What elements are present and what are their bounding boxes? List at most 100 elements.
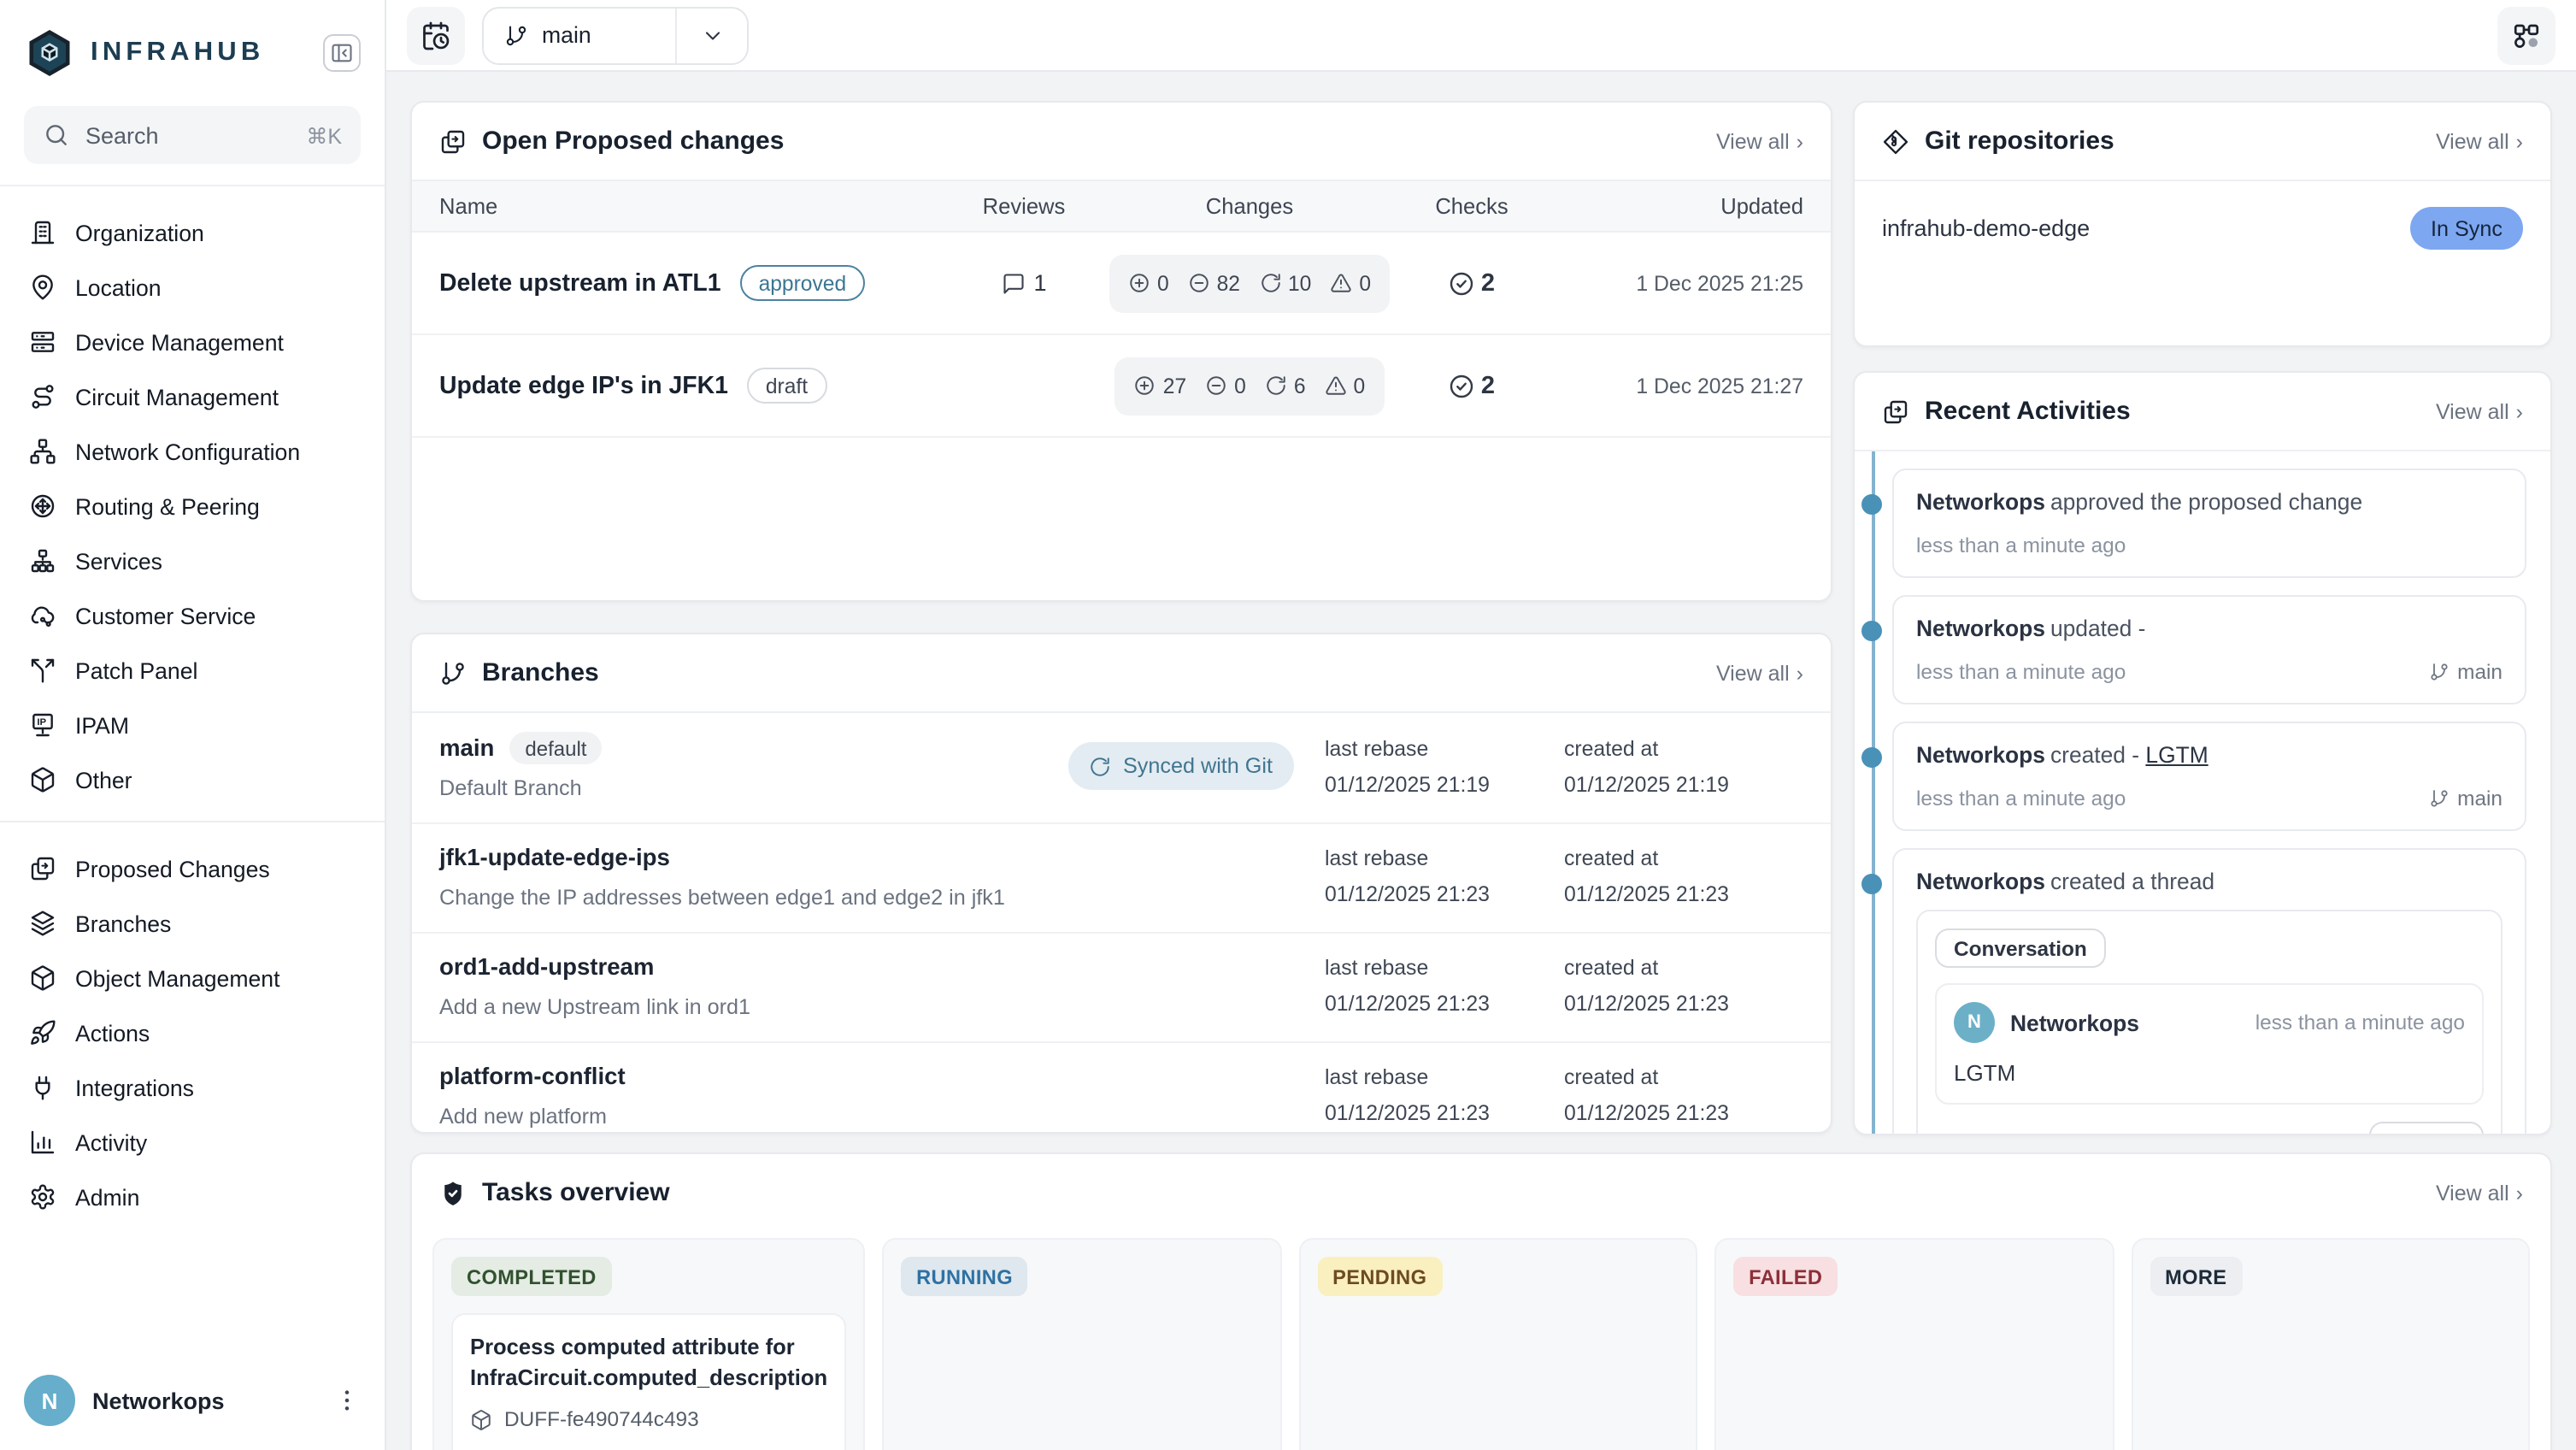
branch-name[interactable]: ord1-add-upstream bbox=[439, 954, 654, 980]
tasks-view-all-link[interactable]: View all› bbox=[2436, 1181, 2523, 1205]
sidebar-item-ipam[interactable]: IPIPAM bbox=[14, 698, 371, 752]
updates-chip: 10 bbox=[1259, 271, 1311, 295]
last-rebase-cell: last rebase 01/12/2025 21:19 bbox=[1325, 736, 1564, 796]
checks-cell: 2 bbox=[1449, 269, 1495, 297]
panel-collapse-icon bbox=[330, 41, 354, 65]
branch-name[interactable]: main bbox=[439, 735, 494, 761]
recent-activities-panel: Recent Activities View all› Networkopsap… bbox=[1853, 371, 2552, 1135]
sidebar-nav-secondary: Proposed Changes Branches Object Managem… bbox=[0, 822, 385, 1238]
sidebar-item-label: Actions bbox=[75, 1020, 150, 1046]
sidebar-item-location[interactable]: Location bbox=[14, 260, 371, 315]
column-updated: Updated bbox=[1720, 193, 1803, 219]
hierarchy-icon bbox=[29, 547, 56, 575]
sidebar-item-actions[interactable]: Actions bbox=[14, 1005, 371, 1060]
branch-row[interactable]: jfk1-update-edge-ips Change the IP addre… bbox=[412, 824, 1831, 934]
git-repositories-view-all-link[interactable]: View all› bbox=[2436, 129, 2523, 153]
branch-description: Add new platform bbox=[439, 1105, 1068, 1129]
proposed-changes-panel: Open Proposed changes View all› Name Rev… bbox=[410, 101, 1832, 602]
activity-item: Networkopscreated - LGTM less than a min… bbox=[1892, 722, 2526, 831]
sidebar-item-object-management[interactable]: Object Management bbox=[14, 951, 371, 1005]
branch-selector[interactable]: main bbox=[482, 6, 749, 64]
kebab-menu-icon[interactable] bbox=[333, 1387, 361, 1414]
task-title: Process computed attribute for InfraCirc… bbox=[470, 1332, 827, 1393]
sidebar-item-services[interactable]: Services bbox=[14, 533, 371, 588]
search-input[interactable]: Search ⌘K bbox=[24, 106, 361, 164]
proposed-change-name[interactable]: Delete upstream in ATL1 bbox=[439, 269, 721, 297]
branch-name[interactable]: jfk1-update-edge-ips bbox=[439, 845, 670, 870]
panel-title: Branches bbox=[482, 658, 599, 687]
activity-card[interactable]: Networkopscreated - LGTM less than a min… bbox=[1892, 722, 2526, 831]
activity-link[interactable]: LGTM bbox=[2145, 742, 2208, 768]
activity-action: approved the proposed change bbox=[2050, 489, 2362, 515]
timeline-dot-icon bbox=[1861, 747, 1882, 768]
panel-title: Recent Activities bbox=[1925, 397, 2131, 426]
branch-row[interactable]: platform-conflict Add new platform last … bbox=[412, 1043, 1831, 1134]
sidebar-item-circuit-management[interactable]: Circuit Management bbox=[14, 369, 371, 424]
branches-view-all-link[interactable]: View all› bbox=[1716, 661, 1803, 685]
sidebar-item-admin[interactable]: Admin bbox=[14, 1170, 371, 1224]
column-name: Name bbox=[439, 193, 945, 219]
table-row[interactable]: Update edge IP's in JFK1 draft 27 0 6 0 bbox=[412, 335, 1831, 438]
reply-button[interactable]: Reply bbox=[2369, 1122, 2485, 1134]
compass-icon bbox=[29, 492, 56, 520]
table-row[interactable]: Delete upstream in ATL1 approved 1 0 82 … bbox=[412, 233, 1831, 335]
sidebar-item-customer-service[interactable]: Customer Service bbox=[14, 588, 371, 643]
map-pin-icon bbox=[29, 274, 56, 301]
plus-circle-icon bbox=[1128, 272, 1150, 294]
sidebar-item-network-configuration[interactable]: Network Configuration bbox=[14, 424, 371, 479]
schema-icon bbox=[2511, 20, 2542, 50]
sidebar-item-other[interactable]: Other bbox=[14, 752, 371, 807]
sidebar-item-activity[interactable]: Activity bbox=[14, 1115, 371, 1170]
check-circle-icon bbox=[1449, 372, 1476, 399]
reviews-cell: 1 bbox=[1001, 270, 1046, 296]
branch-selector-value[interactable]: main bbox=[484, 8, 675, 62]
repository-row[interactable]: infrahub-demo-edge In Sync bbox=[1855, 180, 2550, 275]
activity-item: Networkopsapproved the proposed change l… bbox=[1892, 469, 2526, 578]
branches-panel: Branches View all› main default bbox=[410, 633, 1832, 1134]
activity-card[interactable]: Networkopsupdated - less than a minute a… bbox=[1892, 595, 2526, 704]
sidebar-item-branches[interactable]: Branches bbox=[14, 896, 371, 951]
status-badge: draft bbox=[747, 368, 826, 404]
sidebar-collapse-button[interactable] bbox=[323, 34, 361, 72]
git-branch-icon bbox=[504, 23, 528, 47]
branch-description: Default Branch bbox=[439, 776, 1068, 800]
activity-time: less than a minute ago bbox=[1916, 787, 2126, 810]
proposed-change-name[interactable]: Update edge IP's in JFK1 bbox=[439, 372, 728, 399]
sidebar-item-proposed-changes[interactable]: Proposed Changes bbox=[14, 841, 371, 896]
activity-actor: Networkops bbox=[1916, 489, 2045, 515]
last-rebase-cell: last rebase 01/12/2025 21:23 bbox=[1325, 1065, 1564, 1125]
removals-chip: 0 bbox=[1205, 374, 1246, 398]
recent-activities-view-all-link[interactable]: View all› bbox=[2436, 399, 2523, 423]
cube-icon bbox=[470, 1409, 492, 1431]
git-branch-icon bbox=[439, 659, 467, 687]
branch-name[interactable]: platform-conflict bbox=[439, 1064, 626, 1089]
activity-actor: Networkops bbox=[1916, 869, 2045, 894]
branch-row[interactable]: ord1-add-upstream Add a new Upstream lin… bbox=[412, 934, 1831, 1043]
branch-selector-dropdown[interactable] bbox=[675, 8, 747, 62]
schema-button[interactable] bbox=[2497, 6, 2555, 64]
status-badge-pending: PENDING bbox=[1317, 1257, 1442, 1296]
removals-chip: 82 bbox=[1188, 271, 1240, 295]
time-travel-button[interactable] bbox=[407, 6, 465, 64]
additions-chip: 0 bbox=[1128, 271, 1169, 295]
branch-row[interactable]: main default Default Branch Synced with … bbox=[412, 713, 1831, 824]
sidebar-item-routing-peering[interactable]: Routing & Peering bbox=[14, 479, 371, 533]
sidebar-item-label: Services bbox=[75, 548, 162, 574]
sidebar-item-patch-panel[interactable]: Patch Panel bbox=[14, 643, 371, 698]
repository-name[interactable]: infrahub-demo-edge bbox=[1882, 215, 2090, 241]
branch-description: Add a new Upstream link in ord1 bbox=[439, 995, 1068, 1019]
proposed-changes-view-all-link[interactable]: View all› bbox=[1716, 129, 1803, 153]
calendar-clock-icon bbox=[421, 20, 451, 50]
activity-card[interactable]: Networkopsapproved the proposed change l… bbox=[1892, 469, 2526, 578]
sidebar-item-label: Device Management bbox=[75, 329, 284, 355]
sidebar-item-integrations[interactable]: Integrations bbox=[14, 1060, 371, 1115]
sidebar-item-organization[interactable]: Organization bbox=[14, 205, 371, 260]
sidebar-item-device-management[interactable]: Device Management bbox=[14, 315, 371, 369]
table-header: Name Reviews Changes Checks Updated bbox=[412, 180, 1831, 233]
split-icon bbox=[29, 657, 56, 684]
activity-actor: Networkops bbox=[1916, 742, 2045, 768]
task-card[interactable]: Process computed attribute for InfraCirc… bbox=[451, 1313, 846, 1450]
activity-action: created - bbox=[2050, 742, 2139, 768]
user-menu[interactable]: N Networkops bbox=[0, 1359, 385, 1436]
git-repositories-panel: Git repositories View all› infrahub-demo… bbox=[1853, 101, 2552, 347]
